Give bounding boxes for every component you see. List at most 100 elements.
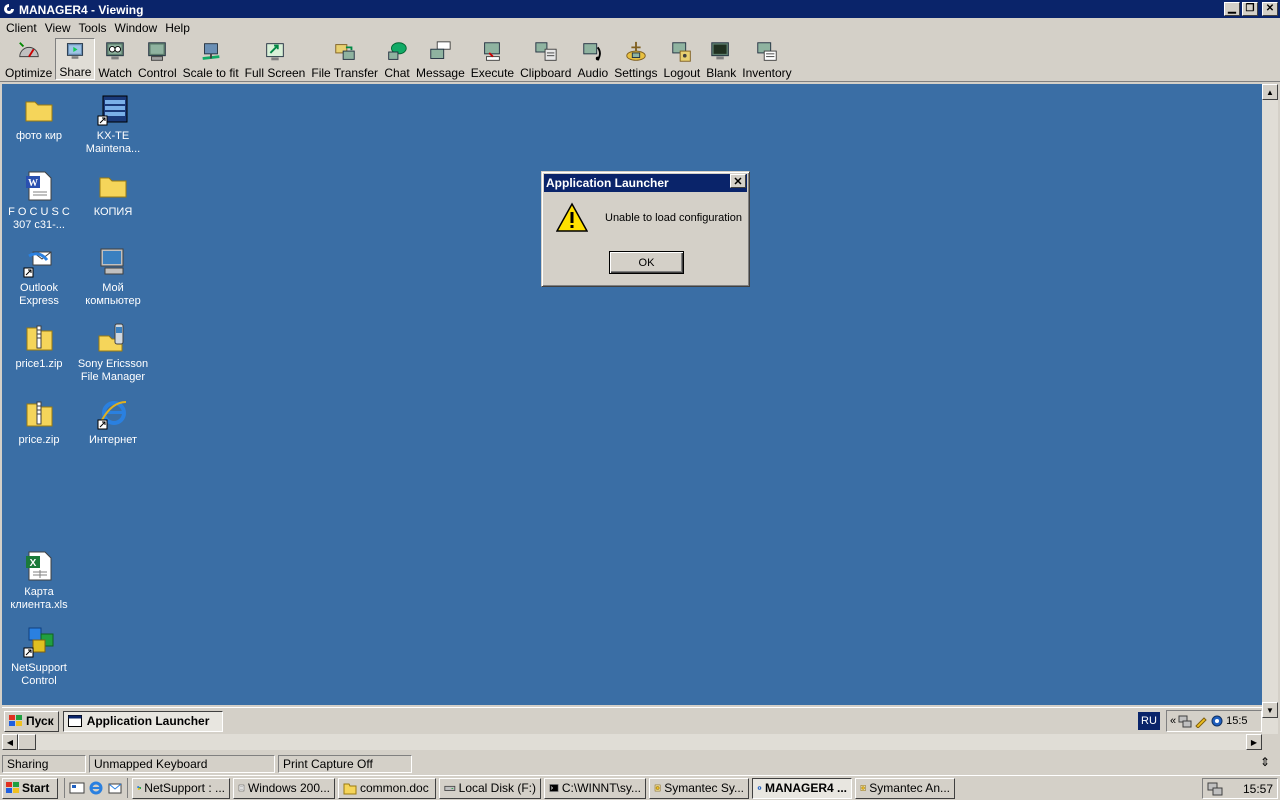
fullscreen-icon (266, 43, 284, 61)
folder-icon (99, 177, 127, 198)
desktop-icon-price1-zip[interactable]: price1.zip (2, 322, 77, 371)
close-button[interactable]: ✕ (1262, 2, 1278, 16)
manager-app-icon (757, 786, 762, 790)
remote-task-application-launcher[interactable]: Application Launcher (62, 710, 223, 732)
scroll-down-button[interactable]: ▼ (1262, 702, 1278, 718)
task-common-doc[interactable]: common.doc (338, 777, 436, 799)
desktop-icon-internet[interactable]: Интернет (75, 398, 151, 447)
toolbar-watch-button[interactable]: Watch (95, 38, 135, 80)
console-icon (549, 784, 559, 792)
menu-window[interactable]: Window (111, 21, 162, 35)
menu-tools[interactable]: Tools (74, 21, 110, 35)
desktop-icon-outlook-express[interactable]: Outlook Express (2, 246, 77, 308)
toolbar-inventory-button[interactable]: Inventory (739, 38, 794, 80)
menu-help[interactable]: Help (161, 21, 194, 35)
pencil-icon[interactable] (1194, 714, 1208, 728)
gear-icon[interactable] (1210, 714, 1224, 728)
remote-taskbar: Пуск Application Launcher RU « 15:5 (2, 707, 1262, 734)
desktop-icon-kopiya[interactable]: КОПИЯ (75, 170, 151, 219)
toolbar-file-transfer-button[interactable]: File Transfer (308, 38, 381, 80)
ie-icon (97, 401, 127, 430)
toolbar-share-button[interactable]: Share (55, 38, 96, 80)
toolbar-scale-button[interactable]: Scale to fit (180, 38, 242, 80)
desktop-icon-netsupport-control[interactable]: NetSupport Control (2, 626, 77, 688)
remote-desktop-view[interactable]: фото кир KX-TE Maintena... W F O C U S C… (2, 84, 1262, 705)
tray-chevron-icon[interactable]: « (1170, 715, 1176, 727)
horizontal-scrollbar[interactable]: ◀ ▶ (2, 734, 1262, 750)
shortcut-app-icon (97, 95, 128, 126)
close-icon: ✕ (733, 175, 743, 188)
logout-icon (672, 42, 691, 62)
dialog-title[interactable]: Application Launcher (544, 174, 747, 192)
document-icon (238, 784, 245, 792)
minimize-button[interactable]: ▁ (1224, 2, 1240, 16)
toolbar-chat-button[interactable]: Chat (381, 38, 413, 80)
desktop-icon-my-computer[interactable]: Мой компьютер (75, 246, 151, 308)
toolbar-message-button[interactable]: Message (413, 38, 468, 80)
arrow-left-icon: ◀ (6, 737, 14, 747)
scale-icon (202, 43, 220, 60)
watch-icon (106, 42, 124, 60)
desktop-icon-foto-kir[interactable]: фото кир (2, 94, 77, 143)
desktop-icon-focus-doc[interactable]: W F O C U S C 307 c31-... (2, 170, 77, 232)
dialog-close-button[interactable]: ✕ (730, 174, 746, 188)
scroll-thumb[interactable] (18, 734, 36, 750)
vertical-scrollbar[interactable]: ▲ ▼ (1262, 84, 1278, 734)
minimize-icon: ▁ (1228, 3, 1236, 14)
symantec-icon (860, 785, 866, 791)
outlook-icon (23, 251, 52, 278)
desktop-icon-kx-te[interactable]: KX-TE Maintena... (75, 94, 151, 156)
desktop-icon[interactable] (69, 780, 85, 796)
task-manager4[interactable]: MANAGER4 ... (752, 777, 852, 799)
toolbar-settings-button[interactable]: Settings (611, 38, 660, 80)
task-netsupport[interactable]: NetSupport : ... (132, 777, 230, 799)
desktop-icon-sony-ericsson[interactable]: Sony Ericsson File Manager (75, 322, 151, 384)
desktop-icon-price-zip[interactable]: price.zip (2, 398, 77, 447)
ie-icon[interactable] (88, 780, 104, 796)
arrow-up-icon: ▲ (1266, 87, 1274, 97)
scroll-left-button[interactable]: ◀ (2, 734, 18, 750)
menu-client[interactable]: Client (2, 21, 41, 35)
resize-icon[interactable]: ⇕ (1260, 755, 1270, 769)
language-indicator[interactable]: RU (1138, 712, 1160, 730)
task-symantec-an[interactable]: Symantec An... (855, 777, 955, 799)
remote-start-button[interactable]: Пуск (4, 710, 59, 732)
toolbar-fullscreen-button[interactable]: Full Screen (242, 38, 309, 80)
scroll-right-button[interactable]: ▶ (1246, 734, 1262, 750)
task-symantec-sy[interactable]: Symantec Sy... (649, 777, 749, 799)
zip-icon (26, 325, 53, 351)
network-icon[interactable] (1178, 714, 1192, 728)
menu-view[interactable]: View (41, 21, 75, 35)
toolbar-control-button[interactable]: Control (135, 38, 180, 80)
close-icon: ✕ (1265, 3, 1275, 14)
phone-icon (98, 323, 124, 352)
scroll-up-button[interactable]: ▲ (1262, 84, 1278, 100)
network-icon[interactable] (1207, 782, 1223, 796)
svg-text:X: X (30, 558, 37, 569)
start-button[interactable]: Start (2, 777, 58, 799)
toolbar-logout-button[interactable]: Logout (661, 38, 704, 80)
restore-button[interactable]: ❐ (1242, 2, 1258, 16)
toolbar-execute-button[interactable]: Execute (468, 38, 517, 80)
outlook-icon[interactable] (107, 780, 123, 796)
remote-system-tray: « 15:5 (1166, 710, 1262, 732)
toolbar-blank-button[interactable]: Blank (703, 38, 739, 80)
zip-icon (26, 401, 53, 427)
ok-button[interactable]: OK (609, 251, 684, 274)
task-local-disk[interactable]: Local Disk (F:) (439, 777, 541, 799)
netsupport-icon (137, 786, 141, 790)
task-windows-200[interactable]: Windows 200... (233, 777, 335, 799)
drive-icon (444, 785, 456, 791)
window-titlebar[interactable]: MANAGER4 - Viewing ▁ ❐ ✕ (0, 0, 1280, 18)
desktop-icon-karta-klienta[interactable]: X Карта клиента.xls (2, 550, 77, 612)
toolbar-audio-button[interactable]: Audio (574, 38, 611, 80)
task-cmd[interactable]: C:\WINNT\sy... (544, 777, 646, 799)
status-print-capture: Print Capture Off (278, 754, 412, 773)
optimize-icon (18, 42, 39, 58)
application-launcher-dialog: Application Launcher ✕ Unable to load co… (541, 171, 750, 287)
dialog-message: Unable to load configuration (605, 212, 742, 224)
clock[interactable]: 15:57 (1243, 782, 1273, 796)
toolbar-clipboard-button[interactable]: Clipboard (517, 38, 574, 80)
toolbar-optimize-button[interactable]: Optimize (2, 38, 55, 80)
folder-icon (25, 101, 53, 122)
